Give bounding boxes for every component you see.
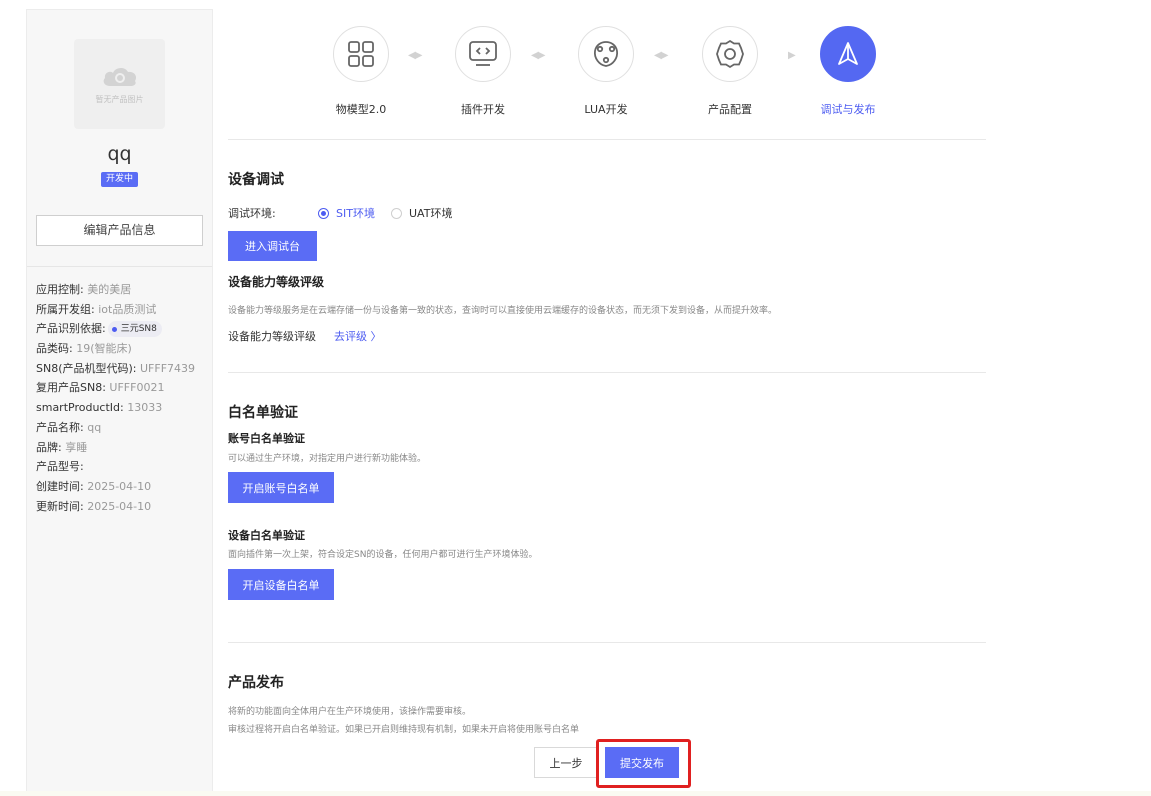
step-circle — [578, 26, 634, 82]
step-circle — [702, 26, 758, 82]
product-sidebar: 暂无产品图片 qq 开发中 编辑产品信息 应用控制: 美的美居 所属开发组: i… — [26, 9, 213, 796]
radio-unchecked-icon — [391, 207, 402, 219]
step-label: 产品配置 — [708, 103, 752, 116]
grid-icon — [348, 41, 374, 67]
step-arrow-icon: ◀▶ — [408, 50, 422, 61]
info-row-app-control: 应用控制: 美的美居 — [36, 283, 132, 296]
bottom-strip — [0, 791, 1151, 796]
edit-product-info-button[interactable]: 编辑产品信息 — [36, 215, 203, 246]
step-product-config[interactable]: 产品配置 — [690, 26, 770, 117]
info-row-sn8: SN8(产品机型代码): UFFF7439 — [36, 361, 196, 375]
product-thumbnail: 暂无产品图片 — [74, 39, 165, 129]
info-row-created: 创建时间: 2025-04-10 — [36, 479, 152, 493]
enable-account-whitelist-button[interactable]: 开启账号白名单 — [228, 472, 334, 503]
step-arrow-icon: ◀▶ — [654, 50, 668, 61]
section-divider — [228, 139, 986, 140]
step-label: 调试与发布 — [820, 103, 876, 116]
step-plugin-dev[interactable]: 插件开发 — [443, 26, 523, 117]
enter-debug-console-button[interactable]: 进入调试台 — [228, 231, 317, 261]
device-whitelist-desc: 面向插件第一次上架，符合设定SN的设备，任何用户都可进行生产环境体验。 — [228, 550, 538, 560]
publish-desc-1: 将新的功能面向全体用户在生产环境使用，该操作需要审核。 — [228, 707, 472, 717]
capability-rating-label: 设备能力等级评级 — [228, 330, 316, 343]
chip-dot-icon — [111, 326, 117, 332]
step-circle-active — [820, 26, 876, 82]
section-divider — [228, 642, 986, 643]
network-shield-icon — [593, 41, 619, 67]
step-label: 插件开发 — [461, 103, 505, 116]
info-row-dev-group: 所属开发组: iot品质测试 — [36, 302, 157, 316]
step-label: LUA开发 — [584, 103, 628, 116]
sidebar-divider — [27, 266, 212, 267]
status-badge: 开发中 — [101, 172, 138, 187]
info-row-reuse-sn8: 复用产品SN8: UFFF0021 — [36, 381, 165, 395]
step-arrow-icon: ◀▶ — [531, 50, 545, 61]
code-monitor-icon — [469, 41, 497, 66]
step-debug-publish[interactable]: 调试与发布 — [808, 26, 888, 117]
capability-rating-desc: 设备能力等级服务是在云端存储一份与设备第一致的状态，查询时可以直接使用云端缓存的… — [228, 306, 778, 316]
info-row-category-code: 品类码: 19(智能床) — [36, 342, 132, 356]
publish-desc-2: 审核过程将开启白名单验证。如果已开启则维持现有机制，如果未开启将使用账号白名单 — [228, 725, 580, 735]
step-arrow-icon: ▶ — [788, 50, 796, 61]
sn8-chip: 三元SN8 — [107, 321, 162, 338]
send-icon — [838, 42, 858, 65]
account-whitelist-title: 账号白名单验证 — [228, 432, 305, 445]
image-placeholder-icon — [103, 67, 136, 86]
capability-rating-title: 设备能力等级评级 — [228, 275, 325, 289]
product-info-list: 应用控制: 美的美居 所属开发组: iot品质测试 产品识别依据: 三元SN8 品… — [36, 280, 211, 516]
account-whitelist-desc: 可以通过生产环境，对指定用户进行新功能体验。 — [228, 454, 427, 464]
step-thing-model[interactable]: 物模型2.0 — [321, 26, 401, 117]
info-row-product-name: 产品名称: qq — [36, 420, 102, 434]
go-rating-link[interactable]: 去评级 〉 — [334, 328, 382, 344]
step-circle — [333, 26, 389, 82]
step-circle — [455, 26, 511, 82]
info-row-smart-product-id: smartProductId: 13033 — [36, 401, 163, 415]
gear-icon — [716, 39, 744, 69]
step-label: 物模型2.0 — [335, 103, 387, 116]
prev-step-button[interactable]: 上一步 — [534, 747, 598, 778]
product-name: qq — [107, 143, 132, 165]
step-lua-dev[interactable]: LUA开发 — [566, 26, 646, 117]
section-divider — [228, 372, 986, 373]
info-row-updated: 更新时间: 2025-04-10 — [36, 499, 152, 513]
product-publish-title: 产品发布 — [228, 675, 284, 691]
device-whitelist-title: 设备白名单验证 — [228, 529, 305, 542]
debug-env-label: 调试环境: — [228, 207, 276, 220]
radio-uat-env[interactable]: UAT环境 — [391, 205, 452, 221]
device-debug-title: 设备调试 — [228, 172, 284, 188]
highlight-frame — [596, 739, 691, 788]
radio-checked-icon — [318, 207, 329, 219]
thumbnail-caption: 暂无产品图片 — [95, 95, 144, 104]
info-row-brand: 品牌: 享睡 — [36, 440, 88, 454]
info-row-identify-basis: 产品识别依据: 三元SN8 — [36, 319, 211, 339]
info-row-model: 产品型号: — [36, 460, 84, 474]
whitelist-title: 白名单验证 — [228, 405, 298, 421]
radio-sit-env[interactable]: SIT环境 — [318, 205, 375, 221]
enable-device-whitelist-button[interactable]: 开启设备白名单 — [228, 569, 334, 600]
